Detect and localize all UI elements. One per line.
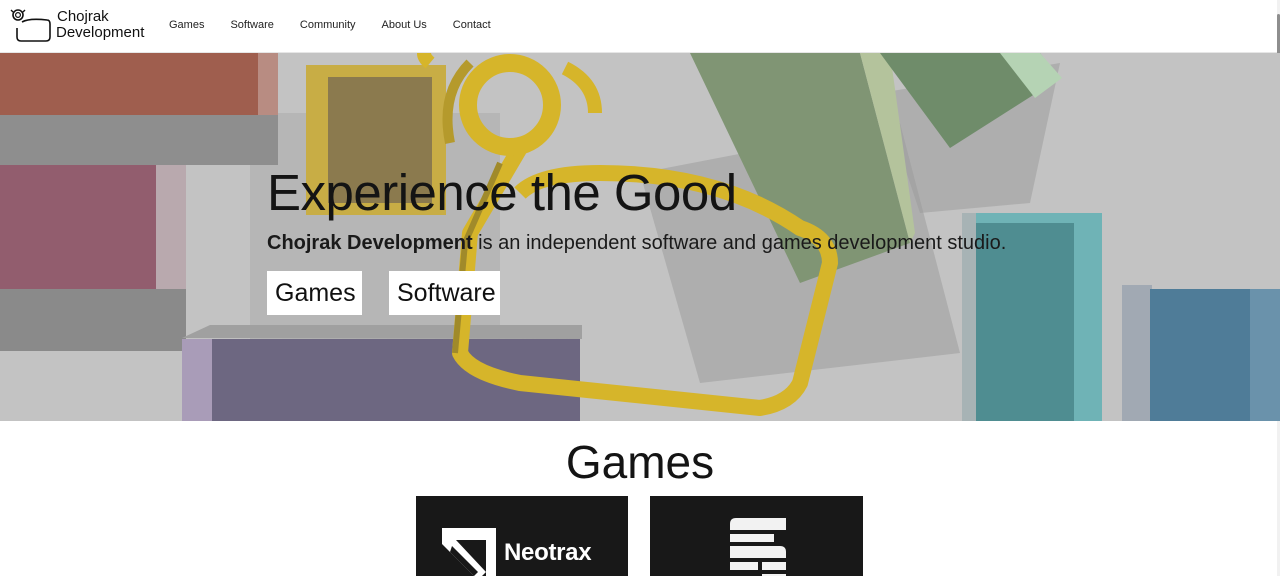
nav-software[interactable]: Software bbox=[230, 19, 273, 31]
nav-about-us[interactable]: About Us bbox=[382, 19, 427, 31]
neotrax-title: Neotrax bbox=[504, 539, 592, 566]
hero-banner: Experience the Good Chojrak Development … bbox=[0, 53, 1280, 421]
hero-subtitle-brand: Chojrak Development bbox=[267, 232, 473, 254]
neotrax-logo-icon bbox=[442, 528, 496, 576]
nav-community[interactable]: Community bbox=[300, 19, 356, 31]
site-logo-link[interactable]: Chojrak Development bbox=[9, 8, 149, 46]
stacked-s-logo-icon bbox=[730, 518, 786, 576]
chojrak-mascot-icon bbox=[10, 9, 51, 42]
game-card-stacked-s[interactable] bbox=[650, 496, 863, 576]
hero-subtitle: Chojrak Development is an independent so… bbox=[267, 230, 1006, 256]
games-section-title: Games bbox=[565, 436, 715, 488]
site-header: Chojrak Development Games Software Commu… bbox=[0, 0, 1280, 53]
hero-games-button[interactable]: Games bbox=[267, 271, 362, 315]
logo-text-line2: Development bbox=[56, 24, 145, 41]
nav-contact[interactable]: Contact bbox=[453, 19, 491, 31]
hero-title: Experience the Good bbox=[267, 164, 737, 221]
hero-subtitle-text: is an independent software and games dev… bbox=[472, 232, 1007, 254]
hero-software-button[interactable]: Software bbox=[389, 271, 500, 315]
main-nav: Games Software Community About Us Contac… bbox=[169, 19, 517, 31]
game-card-neotrax[interactable]: Neotrax bbox=[416, 496, 628, 576]
nav-games[interactable]: Games bbox=[169, 19, 204, 31]
logo-text-line1: Chojrak bbox=[57, 8, 109, 25]
